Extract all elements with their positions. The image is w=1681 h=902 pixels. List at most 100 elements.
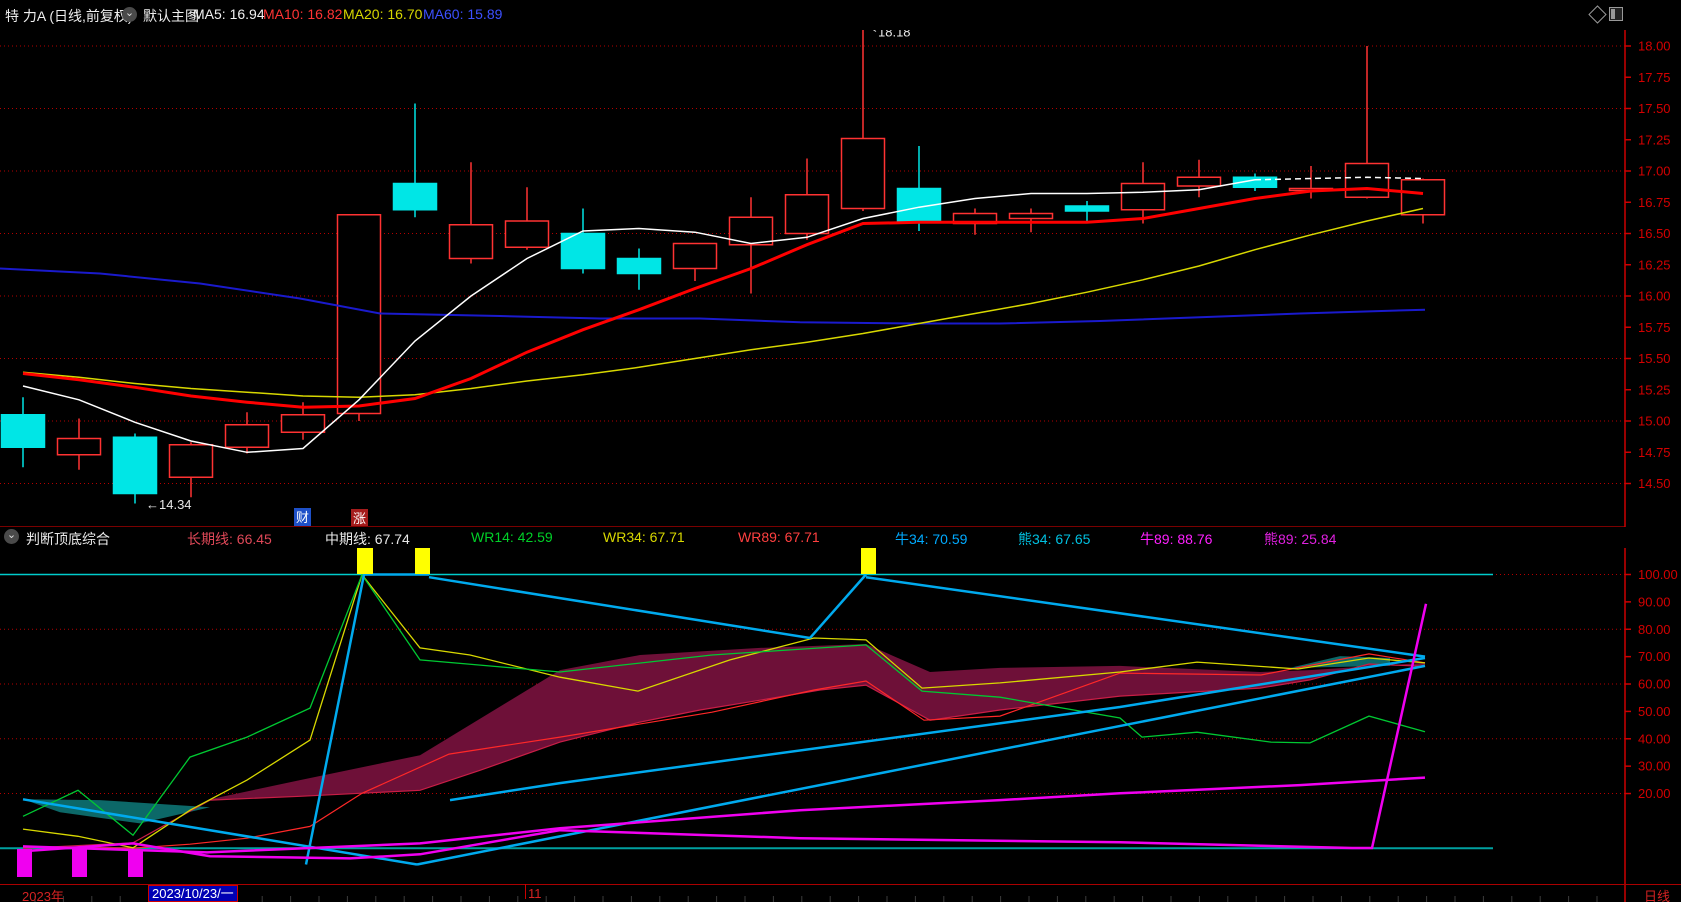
- ma5-line: [22, 179, 1256, 454]
- app-window: { "title_bar": { "symbol": "特 力A (日线,前复权…: [0, 0, 1681, 902]
- wr34-line: [22, 573, 1426, 849]
- window-layout-icon[interactable]: [1609, 7, 1623, 21]
- price-tick-label: 15.50: [1638, 351, 1671, 366]
- bull-bear-line-5: [809, 573, 867, 639]
- candle-body: [1344, 162, 1390, 198]
- indicator-value-8: 熊89: 25.84: [1264, 531, 1337, 547]
- price-tick-label: 17.00: [1638, 164, 1671, 179]
- bottom-signal-bar: [72, 849, 87, 877]
- candle-body: [840, 137, 886, 210]
- price-tick-label: 14.75: [1638, 445, 1671, 460]
- bottom-signal-bar: [128, 849, 143, 877]
- price-tick-label: 16.00: [1638, 289, 1671, 304]
- chevron-down-icon[interactable]: ⌄: [122, 7, 137, 22]
- indicator-tick-label: 60.00: [1638, 677, 1671, 692]
- stock-symbol: 特 力A (日线,前复权): [5, 8, 133, 24]
- candle-body: [1120, 182, 1166, 211]
- svg-text:财: 财: [296, 510, 309, 525]
- candle-body: [1064, 205, 1110, 212]
- candle-body: [392, 182, 438, 211]
- candle-body: [56, 437, 102, 456]
- candle-body: [112, 436, 158, 495]
- bottom-signal-bar: [17, 849, 32, 877]
- price-gridlines: [0, 45, 1625, 484]
- ma10-legend: MA10: 16.82: [263, 6, 343, 22]
- candle-body: [1400, 179, 1446, 216]
- bull-bear-line-2: [304, 574, 366, 865]
- maroon-band: [210, 644, 1425, 801]
- indicator-tick-label: 90.00: [1638, 594, 1671, 609]
- price-tick-label: 14.50: [1638, 476, 1671, 491]
- price-tick-label: 15.00: [1638, 414, 1671, 429]
- candle-body: [672, 242, 718, 270]
- price-tick-label: 17.25: [1638, 132, 1671, 147]
- indicator-tick-label: 50.00: [1638, 704, 1671, 719]
- candles: [0, 23, 1446, 504]
- main-view-selector[interactable]: 默认主图: [143, 6, 199, 26]
- low-annotation: ←14.34: [146, 497, 192, 512]
- indicator-tick-label: 20.00: [1638, 786, 1671, 801]
- candle-body: [784, 194, 830, 235]
- diamond-icon[interactable]: [1588, 5, 1607, 24]
- indicator-tick-label: 40.00: [1638, 731, 1671, 746]
- ma20-legend: MA20: 16.70: [343, 6, 423, 22]
- price-tick-label: 16.25: [1638, 257, 1671, 272]
- ma60-legend: MA60: 15.89: [423, 6, 503, 22]
- candle-body: [1008, 212, 1054, 220]
- top-signal-marker: [861, 547, 876, 574]
- indicator-value-4: WR89: 67.71: [738, 529, 820, 545]
- ma5-legend: MA5: 16.94: [193, 6, 265, 22]
- candle-body: [1176, 176, 1222, 187]
- price-tick-label: 18.00: [1638, 39, 1671, 54]
- ma20-line: [22, 207, 1424, 399]
- indicator-value-3: WR34: 67.71: [603, 529, 685, 545]
- flag-marker-0: 财: [294, 508, 311, 526]
- candle-body: [224, 424, 270, 448]
- magenta-line-0: [22, 776, 1426, 854]
- title-bar: 特 力A (日线,前复权) ⌄ 默认主图 MA5: 16.94 MA10: 16…: [0, 0, 1681, 30]
- price-tick-label: 16.50: [1638, 226, 1671, 241]
- top-signal-marker: [415, 547, 430, 574]
- period-label[interactable]: 日线: [1644, 886, 1670, 902]
- candle-body: [168, 444, 214, 478]
- svg-text:涨: 涨: [353, 511, 366, 526]
- ma-lines: [0, 176, 1426, 454]
- top-signal-marker: [357, 547, 373, 574]
- indicator-tick-label: 100.00: [1638, 567, 1678, 582]
- price-tick-label: 15.75: [1638, 320, 1671, 335]
- time-axis-bar: 2023年 2023/10/23/一 11 日线: [0, 884, 1681, 902]
- chart-canvas[interactable]: 18.18←14.34财 涨18.0017.7517.5017.2517.0016…: [0, 0, 1681, 902]
- candle-body: [0, 414, 46, 448]
- month-label: 11: [528, 886, 542, 901]
- indicator-value-0: 长期线: 66.45: [187, 531, 272, 547]
- indicator-tick-label: 80.00: [1638, 622, 1671, 637]
- candle-body: [616, 257, 662, 275]
- flag-marker-1: 涨: [351, 509, 368, 527]
- price-tick-label: 17.50: [1638, 101, 1671, 116]
- candle-body: [280, 414, 326, 433]
- candle-body: [448, 224, 494, 260]
- selected-date[interactable]: 2023/10/23/一: [148, 885, 238, 902]
- price-tick-label: 15.25: [1638, 382, 1671, 397]
- indicator-value-1: 中期线: 67.74: [325, 531, 410, 547]
- indicator-tick-label: 70.00: [1638, 649, 1671, 664]
- indicator-value-2: WR14: 42.59: [471, 529, 553, 545]
- price-tick-label: 16.75: [1638, 195, 1671, 210]
- magenta-line-1: [22, 603, 1428, 860]
- indicator-name[interactable]: 判断顶底综合: [26, 529, 110, 549]
- chevron-down-icon[interactable]: ⌄: [4, 529, 19, 544]
- ma10-line: [22, 186, 1424, 409]
- right-axis: 18.00 17.75 17.50 17.25 17.00 16.75 16.50 16.25…: [1624, 0, 1678, 902]
- candle-body: [504, 220, 550, 248]
- indicator-value-6: 熊34: 67.65: [1018, 531, 1091, 547]
- indicator-tick-label: 30.00: [1638, 759, 1671, 774]
- ma5-line-dashed: [1254, 176, 1424, 181]
- indicator-value-5: 牛34: 70.59: [895, 531, 968, 547]
- bull-bear-line-6: [865, 575, 1426, 658]
- year-label: 2023年: [22, 889, 64, 902]
- indicator-panel: [0, 547, 1625, 877]
- indicator-header: ⌄ 判断顶底综合 长期线: 66.45 中期线: 67.74 WR14: 42.59…: [0, 527, 1681, 548]
- bull-bear-line-4: [428, 575, 811, 640]
- price-tick-label: 17.75: [1638, 70, 1671, 85]
- indicator-value-7: 牛89: 88.76: [1140, 531, 1213, 547]
